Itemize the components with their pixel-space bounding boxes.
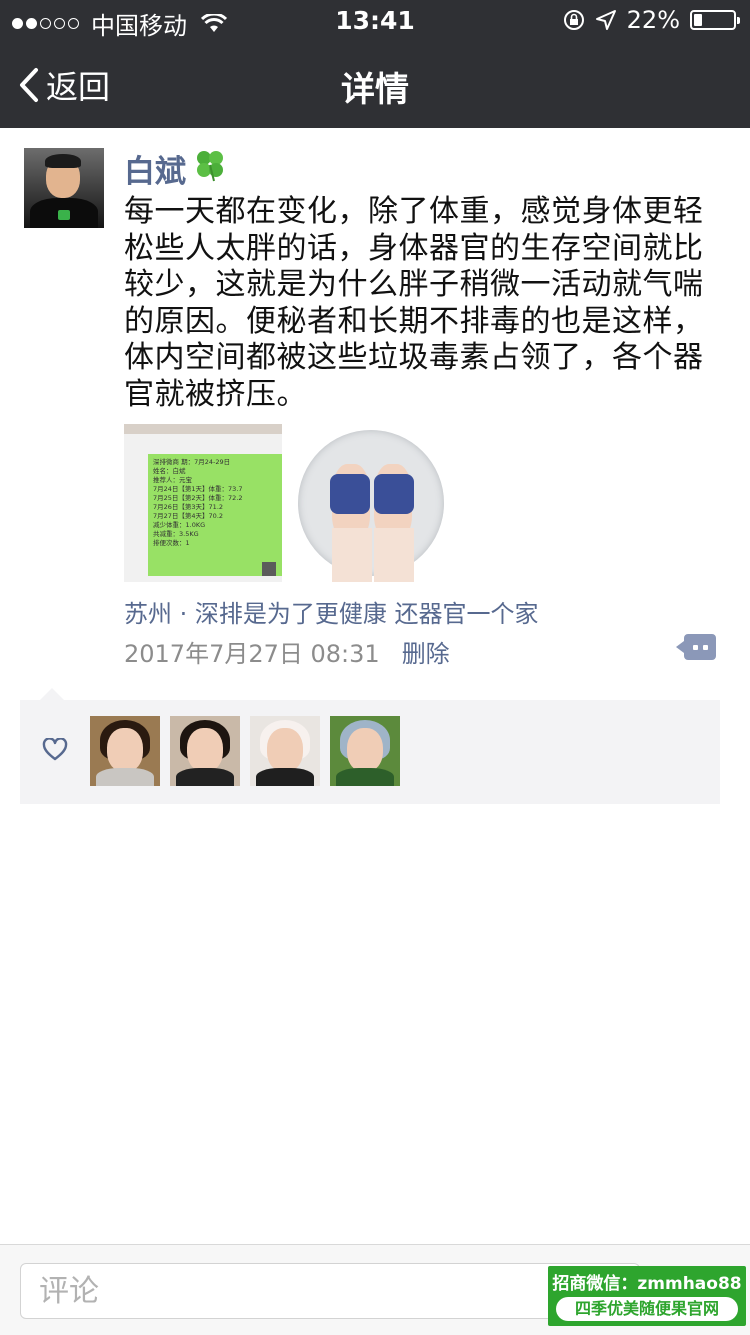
clover-icon: [192, 147, 228, 191]
location-link[interactable]: 苏州 · 深排是为了更健康 还器官一个家: [124, 594, 539, 629]
watermark-badge: 招商微信：zmmhao88 四季优美随便果官网: [548, 1266, 746, 1326]
likes-panel: [20, 700, 720, 804]
chat-line: 深排微商 期：7月24-29日: [153, 458, 231, 466]
page-title: 详情: [341, 70, 409, 110]
like-user-1-avatar[interactable]: [90, 716, 160, 786]
location-arrow-icon: [595, 10, 616, 30]
watermark-line2: 四季优美随便果官网: [556, 1297, 738, 1321]
rotation-lock-icon: [563, 10, 584, 30]
chat-bubble: 深排微商 期：7月24-29日 姓名：白斌 推荐人：元宝 7月24日【第1天】体重：7…: [148, 454, 282, 576]
post-text: 每一天都在变化，除了体重，感觉身体更轻松些人太胖的话，身体器官的生存空间就比较少…: [124, 194, 704, 412]
heart-icon: [42, 738, 68, 761]
battery-icon: [690, 10, 740, 30]
nav-bar: 返回 详情: [0, 40, 750, 128]
author-name[interactable]: 白斌: [124, 146, 228, 191]
chat-line: 7月26日【第3天】71.2: [153, 503, 224, 511]
battery-level: [694, 14, 702, 26]
author-avatar[interactable]: [24, 148, 104, 228]
chat-line: 7月27日【第4天】70.2: [153, 512, 224, 520]
author-name-text: 白斌: [124, 154, 186, 190]
post-photo-feet-on-scale[interactable]: [296, 424, 454, 582]
comment-input[interactable]: [20, 1263, 640, 1319]
like-user-3-avatar[interactable]: [250, 716, 320, 786]
watermark-line1: 招商微信：zmmhao88: [552, 1274, 742, 1294]
chat-line: 7月25日【第2天】体重：72.2: [153, 494, 243, 502]
chat-line: 7月24日【第1天】体重：73.7: [153, 485, 243, 493]
post-photo-chat-screenshot[interactable]: 深排微商 期：7月24-29日 姓名：白斌 推荐人：元宝 7月24日【第1天】体重：7…: [124, 424, 282, 582]
chat-line: 排便次数：1: [153, 539, 190, 547]
status-right: 22%: [563, 6, 740, 34]
post-meta: 2017年7月27日 08:31 删除: [124, 634, 450, 669]
chat-line: 共减重：3.5KG: [153, 530, 199, 538]
post-timestamp: 2017年7月27日 08:31: [124, 640, 380, 668]
like-user-4-avatar[interactable]: [330, 716, 400, 786]
delete-button[interactable]: 删除: [402, 634, 450, 669]
likes-pointer: [40, 688, 64, 700]
chat-line: 推荐人：元宝: [153, 476, 192, 484]
chat-line: 姓名：白斌: [153, 467, 186, 475]
like-user-2-avatar[interactable]: [170, 716, 240, 786]
chat-line: 减少体重：1.0KG: [153, 521, 206, 529]
battery-percent: 22%: [626, 6, 680, 34]
status-bar: 中国移动 13:41 22%: [0, 0, 750, 40]
comment-menu-button[interactable]: [676, 634, 716, 660]
